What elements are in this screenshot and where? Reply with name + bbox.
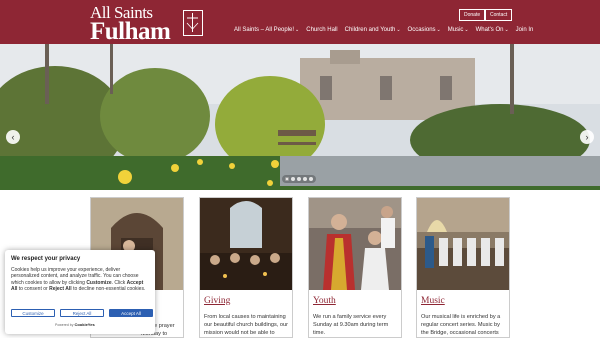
- card-image: [200, 198, 292, 290]
- nav-item-occasions[interactable]: Occasions⌄: [408, 27, 441, 33]
- slider-dot[interactable]: [303, 177, 307, 181]
- nav-item-join-in[interactable]: Join In: [516, 27, 534, 33]
- card-description: From local causes to maintaining our bea…: [204, 314, 288, 337]
- slider-prev-button[interactable]: ‹: [6, 130, 20, 144]
- nav-label: Join In: [515, 27, 534, 33]
- nav-item-church-hall[interactable]: Church Hall: [306, 27, 337, 33]
- card-youth[interactable]: Youth We run a family service every Sund…: [308, 197, 402, 338]
- nav-label: All Saints – All People!: [234, 27, 295, 33]
- cookie-body: Cookies help us improve your experience,…: [11, 267, 149, 292]
- hero-image: [0, 44, 600, 190]
- chevron-down-icon: ⌄: [396, 27, 401, 33]
- powered-by: Powered by CookieYes: [55, 322, 95, 327]
- nav-label: Church Hall: [306, 27, 338, 33]
- chevron-right-icon: ›: [585, 132, 589, 142]
- slider-dot[interactable]: [285, 177, 289, 181]
- accept-all-button[interactable]: Accept All: [109, 309, 153, 317]
- crest-icon: [183, 10, 203, 36]
- hero-slider: ‹ ›: [0, 44, 600, 190]
- slider-dot[interactable]: [297, 177, 301, 181]
- contact-button[interactable]: Contact: [485, 9, 513, 21]
- chevron-left-icon: ‹: [11, 132, 15, 142]
- nav-item-all-saints[interactable]: All Saints – All People!⌄: [234, 27, 299, 33]
- nav-item-children-youth[interactable]: Children and Youth⌄: [345, 27, 401, 33]
- card-music[interactable]: Music Our musical life is enriched by a …: [416, 197, 510, 338]
- card-image: [417, 198, 509, 290]
- cookie-text: to consent or: [17, 285, 50, 292]
- cookieyes-logo[interactable]: CookieYes: [74, 322, 94, 327]
- cookie-text-strong: Reject All: [49, 285, 72, 292]
- reject-all-button[interactable]: Reject All: [60, 309, 104, 317]
- site-header: All Saints Fulham Donate Contact All Sai…: [0, 0, 600, 44]
- cookie-buttons: Customize Reject All Accept All: [11, 309, 153, 317]
- nav-label: What's On: [475, 27, 504, 33]
- customize-button[interactable]: Customize: [11, 309, 55, 317]
- card-title[interactable]: Giving: [204, 296, 230, 306]
- nav-label: Music: [447, 27, 464, 33]
- logo-line-2: Fulham: [90, 18, 171, 45]
- chevron-down-icon: ⌄: [436, 27, 441, 33]
- powered-prefix: Powered by: [55, 323, 74, 327]
- slider-next-button[interactable]: ›: [580, 130, 594, 144]
- chevron-down-icon: ⌄: [295, 27, 300, 33]
- card-title[interactable]: Youth: [313, 296, 336, 306]
- donate-button[interactable]: Donate: [459, 9, 486, 21]
- site-logo[interactable]: All Saints Fulham: [90, 4, 171, 45]
- cookie-banner: We respect your privacy Cookies help us …: [5, 250, 155, 334]
- nav-item-whats-on[interactable]: What's On⌄: [476, 27, 509, 33]
- main-nav: All Saints – All People!⌄ Church Hall Ch…: [234, 27, 533, 33]
- chevron-down-icon: ⌄: [504, 27, 509, 33]
- card-title[interactable]: Music: [421, 296, 445, 306]
- cookie-text-strong: Customize: [86, 279, 112, 286]
- cookie-title: We respect your privacy: [11, 256, 81, 262]
- slider-dots: [282, 175, 316, 183]
- card-description: We run a family service every Sunday at …: [313, 314, 389, 337]
- chevron-down-icon: ⌄: [464, 27, 469, 33]
- nav-item-music[interactable]: Music⌄: [448, 27, 469, 33]
- nav-label: Occasions: [407, 27, 436, 33]
- slider-dot[interactable]: [291, 177, 295, 181]
- card-description: Our musical life is enriched by a regula…: [421, 314, 501, 337]
- card-image: [309, 198, 401, 290]
- cookie-text: . Click: [111, 279, 127, 286]
- cookie-text: to decline non-essential cookies.: [71, 285, 146, 292]
- nav-label: Children and Youth: [344, 27, 396, 33]
- card-giving[interactable]: Giving From local causes to maintaining …: [199, 197, 293, 338]
- slider-dot[interactable]: [309, 177, 313, 181]
